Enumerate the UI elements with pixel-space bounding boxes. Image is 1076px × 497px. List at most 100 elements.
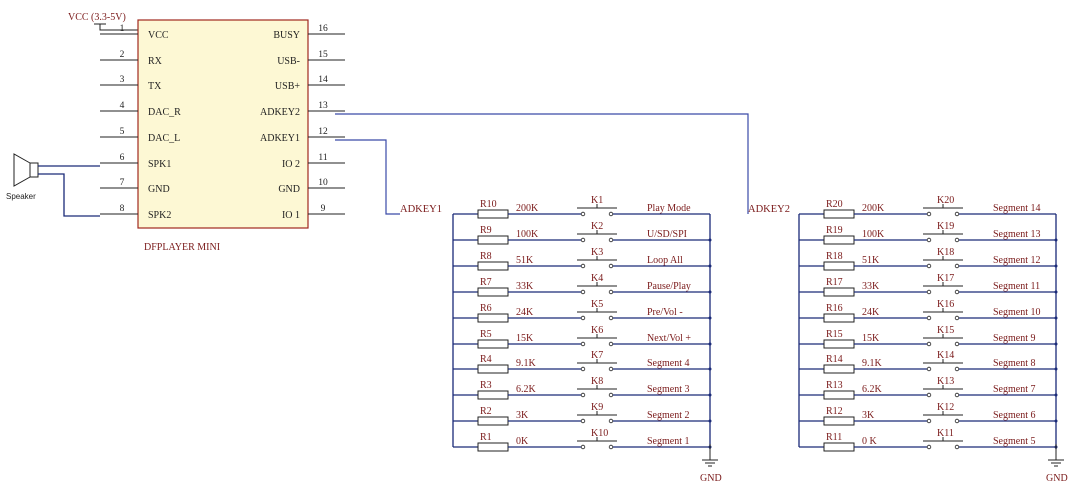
resistor bbox=[823, 261, 855, 271]
ic-pin-number: 16 bbox=[318, 24, 328, 34]
switch-contact bbox=[954, 237, 960, 243]
switch-contact bbox=[954, 341, 960, 347]
key-ref: K9 bbox=[591, 402, 603, 413]
resistor-bank-1: R10 200K K1 Play Mode R9 100K K2 U/SD/SPI R8 51K K… bbox=[452, 195, 712, 452]
ic-pin-number: 11 bbox=[318, 153, 327, 163]
key-ref: K10 bbox=[591, 428, 608, 439]
ic-pin-name: GND bbox=[278, 184, 300, 195]
junction-dot bbox=[708, 342, 712, 346]
vcc-label: VCC (3.3-5V) bbox=[68, 12, 126, 23]
resistor-ref: R8 bbox=[480, 251, 492, 262]
switch-contact bbox=[580, 237, 586, 243]
ic-pin-number: 3 bbox=[120, 75, 125, 85]
junction-dot bbox=[1054, 290, 1058, 294]
resistor-value: 100K bbox=[516, 229, 539, 240]
switch-contact bbox=[580, 366, 586, 372]
resistor bbox=[823, 442, 855, 452]
switch-contact bbox=[608, 392, 614, 398]
schematic-canvas: VCC (3.3-5V) DFPLAYER MINI 1 VCC 2 RX 3 TX 4 DA… bbox=[6, 12, 1068, 484]
key-function: Segment 5 bbox=[993, 436, 1036, 447]
switch-contact bbox=[926, 237, 932, 243]
key-function: Pause/Play bbox=[647, 281, 691, 292]
ic-pin-number: 15 bbox=[318, 50, 328, 60]
ic-pin-number: 7 bbox=[120, 178, 125, 188]
ic-pin-name: USB- bbox=[277, 56, 300, 67]
ic-pin-name: IO 1 bbox=[282, 210, 300, 221]
key-function: Segment 7 bbox=[993, 384, 1036, 395]
ic-name: DFPLAYER MINI bbox=[144, 242, 220, 253]
junction-dot bbox=[708, 264, 712, 268]
ic-pin-name: SPK1 bbox=[148, 159, 171, 170]
switch-contact bbox=[954, 289, 960, 295]
ic-pin-name: SPK2 bbox=[148, 210, 171, 221]
resistor-value: 51K bbox=[862, 255, 880, 266]
switch-contact bbox=[608, 418, 614, 424]
key-function: Segment 10 bbox=[993, 307, 1041, 318]
resistor-ref: R7 bbox=[480, 277, 492, 288]
resistor-value: 15K bbox=[862, 333, 880, 344]
resistor bbox=[477, 390, 509, 400]
resistor-value: 200K bbox=[862, 203, 885, 214]
switch-contact bbox=[926, 418, 932, 424]
speaker-label: Speaker bbox=[6, 192, 36, 201]
key-ref: K1 bbox=[591, 195, 603, 206]
switch-contact bbox=[580, 341, 586, 347]
switch-contact bbox=[580, 418, 586, 424]
resistor bbox=[477, 442, 509, 452]
resistor-ref: R6 bbox=[480, 303, 492, 314]
key-function: Segment 11 bbox=[993, 281, 1040, 292]
switch-contact bbox=[926, 289, 932, 295]
switch-contact bbox=[926, 315, 932, 321]
resistor-value: 200K bbox=[516, 203, 539, 214]
key-ref: K20 bbox=[937, 195, 954, 206]
key-ref: K6 bbox=[591, 325, 603, 336]
ic-pin-number: 2 bbox=[120, 50, 125, 60]
speaker-icon bbox=[13, 153, 39, 187]
net-label-adkey2: ADKEY2 bbox=[748, 204, 790, 215]
resistor bbox=[477, 313, 509, 323]
switch-contact bbox=[954, 263, 960, 269]
ic-pin-name: VCC bbox=[148, 30, 169, 41]
resistor-value: 100K bbox=[862, 229, 885, 240]
ic-pin-name: TX bbox=[148, 81, 162, 92]
switch-contact bbox=[580, 289, 586, 295]
switch-contact bbox=[954, 418, 960, 424]
ic-pin-name: DAC_L bbox=[148, 133, 180, 144]
switch-contact bbox=[608, 289, 614, 295]
resistor-ref: R20 bbox=[826, 199, 843, 210]
resistor-value: 33K bbox=[516, 281, 534, 292]
ic-pin-name: DAC_R bbox=[148, 107, 181, 118]
resistor-value: 51K bbox=[516, 255, 534, 266]
junction-dot bbox=[1054, 393, 1058, 397]
junction-dot bbox=[708, 238, 712, 242]
gnd-label-1: GND bbox=[700, 473, 722, 484]
key-function: Play Mode bbox=[647, 203, 691, 214]
gnd-label-2: GND bbox=[1046, 473, 1068, 484]
switch-contact bbox=[608, 444, 614, 450]
switch-contact bbox=[926, 366, 932, 372]
key-function: Segment 9 bbox=[993, 333, 1036, 344]
ic-pin-number: 13 bbox=[318, 101, 328, 111]
switch-contact bbox=[926, 211, 932, 217]
key-function: Segment 12 bbox=[993, 255, 1041, 266]
junction-dot bbox=[708, 316, 712, 320]
key-function: Segment 4 bbox=[647, 358, 690, 369]
key-ref: K2 bbox=[591, 221, 603, 232]
resistor-ref: R5 bbox=[480, 329, 492, 340]
resistor bbox=[477, 416, 509, 426]
resistor-value: 9.1K bbox=[862, 358, 883, 369]
key-function: Next/Vol + bbox=[647, 333, 691, 344]
resistor-value: 6.2K bbox=[862, 384, 883, 395]
resistor bbox=[477, 287, 509, 297]
switch-contact bbox=[926, 263, 932, 269]
key-function: Segment 13 bbox=[993, 229, 1041, 240]
switch-contact bbox=[580, 315, 586, 321]
resistor-ref: R17 bbox=[826, 277, 843, 288]
junction-dot bbox=[708, 419, 712, 423]
ic-pin-name: IO 2 bbox=[282, 159, 300, 170]
dfplayer-ic-body bbox=[137, 19, 309, 229]
key-ref: K8 bbox=[591, 376, 603, 387]
net-label-adkey1: ADKEY1 bbox=[400, 204, 442, 215]
switch-contact bbox=[608, 263, 614, 269]
key-ref: K7 bbox=[591, 350, 603, 361]
